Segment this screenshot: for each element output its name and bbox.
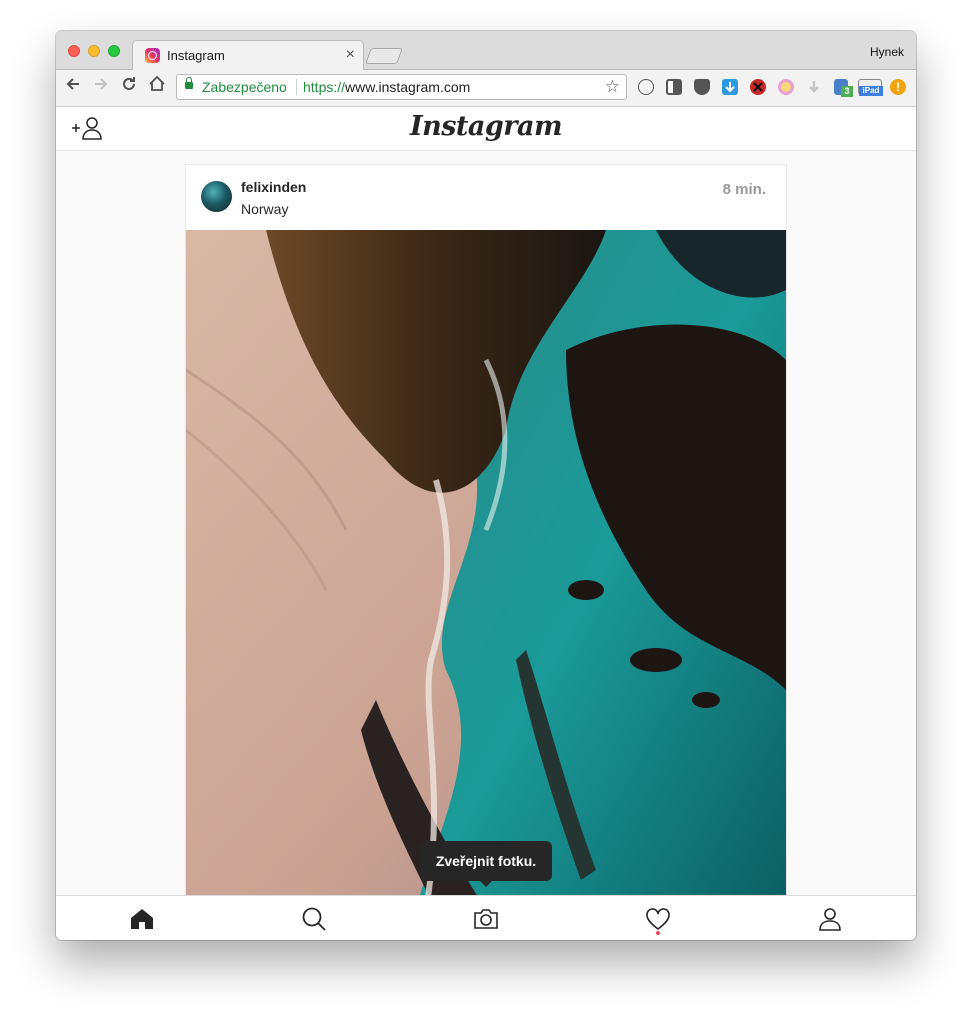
home-icon[interactable]: [128, 905, 156, 933]
feed: felixinden Norway 8 min.: [56, 151, 916, 904]
new-tab-button[interactable]: [365, 48, 403, 64]
search-icon[interactable]: [300, 905, 328, 933]
zoom-window-button[interactable]: [108, 45, 120, 57]
back-icon[interactable]: [62, 75, 84, 98]
browser-window: Instagram × Hynek Zabezpečeno https://ww…: [56, 31, 916, 940]
close-window-button[interactable]: [68, 45, 80, 57]
instagram-logo[interactable]: Instagram: [56, 111, 916, 142]
ipad-badge: iPad: [859, 86, 883, 96]
url-text[interactable]: https://www.instagram.com: [303, 79, 470, 95]
address-bar[interactable]: Zabezpečeno https://www.instagram.com ☆: [176, 74, 627, 100]
pocket-icon[interactable]: [694, 79, 710, 95]
forward-icon[interactable]: [90, 75, 112, 98]
ipad-icon[interactable]: iPad: [858, 79, 883, 96]
profile-icon[interactable]: [816, 905, 844, 933]
post-card: felixinden Norway 8 min.: [185, 164, 787, 904]
block-icon[interactable]: [750, 79, 766, 95]
url-scheme: https://: [303, 79, 346, 95]
alert-icon[interactable]: !: [890, 79, 906, 95]
tab-close-icon[interactable]: ×: [346, 46, 355, 64]
minimize-window-button[interactable]: [88, 45, 100, 57]
post-photo-tooltip: Zveřejnit fotku.: [420, 841, 552, 887]
heart-icon[interactable]: [644, 905, 672, 933]
camera-icon[interactable]: [472, 905, 500, 933]
tab-title: Instagram: [167, 48, 225, 63]
activity-dot: [656, 931, 660, 935]
tab-strip: Instagram × Hynek: [56, 31, 916, 70]
bookmark-star-icon[interactable]: ☆: [605, 77, 620, 97]
post-username[interactable]: felixinden: [241, 179, 306, 195]
info-icon[interactable]: [638, 79, 654, 95]
avatar[interactable]: [201, 181, 232, 212]
reader-icon[interactable]: [666, 79, 682, 95]
profile-name[interactable]: Hynek: [870, 45, 904, 59]
download-icon[interactable]: [722, 79, 738, 95]
post-location[interactable]: Norway: [241, 201, 288, 217]
security-label: Zabezpečeno: [202, 79, 287, 95]
arrow-down-icon[interactable]: [806, 79, 822, 95]
url-host: www.instagram.com: [345, 79, 471, 95]
lock-icon: [185, 77, 193, 89]
instagram-header: Instagram: [56, 107, 916, 151]
reload-icon[interactable]: [118, 75, 140, 98]
divider: [296, 79, 297, 95]
devtools-badge: 3: [841, 86, 853, 97]
devtools-icon[interactable]: 3: [834, 79, 853, 97]
home-icon[interactable]: [146, 75, 168, 98]
lens-icon[interactable]: [778, 79, 794, 95]
aerial-coast-photo[interactable]: [186, 230, 786, 904]
browser-tab[interactable]: Instagram ×: [132, 40, 364, 70]
bottom-nav: [56, 895, 916, 940]
post-header: felixinden Norway 8 min.: [186, 165, 786, 230]
post-time: 8 min.: [722, 181, 766, 198]
browser-toolbar: Zabezpečeno https://www.instagram.com ☆ …: [56, 70, 916, 107]
instagram-favicon-icon: [145, 48, 160, 63]
